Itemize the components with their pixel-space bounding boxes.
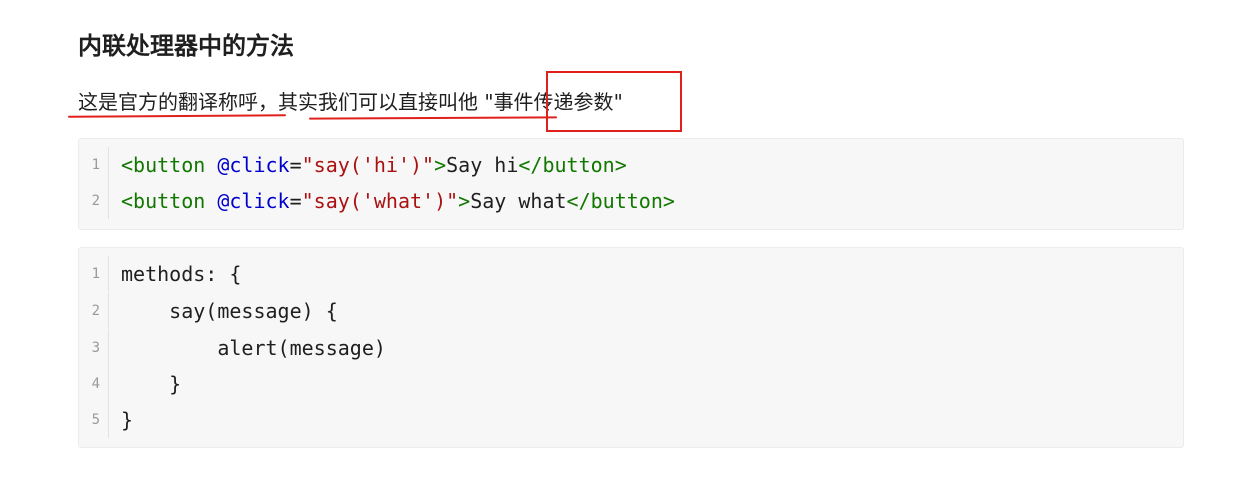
code-tag-close: </button> — [566, 189, 675, 213]
line-number: 2 — [79, 293, 109, 329]
paragraph-part-2: 其实我们可以直接叫他 — [278, 90, 478, 114]
code-text: <button @click="say('what')">Say what</b… — [109, 183, 675, 219]
code-eq: = — [289, 189, 302, 213]
line-number: 1 — [79, 147, 109, 183]
code-tag-close: </button> — [518, 153, 627, 177]
code-tag-open: <button — [121, 153, 218, 177]
annotation-highlight-box — [546, 71, 682, 132]
line-number: 1 — [79, 256, 109, 292]
code-eq: = — [289, 153, 302, 177]
code-line: 5 } — [79, 402, 1183, 438]
line-number: 4 — [79, 366, 109, 402]
code-line: 1 methods: { — [79, 256, 1183, 292]
code-line: 3 alert(message) — [79, 330, 1183, 366]
code-text: alert(message) — [121, 336, 386, 360]
code-text: } — [121, 372, 182, 396]
section-heading: 内联处理器中的方法 — [78, 32, 294, 60]
line-number: 3 — [79, 330, 109, 366]
code-line: 1 <button @click="say('hi')">Say hi</but… — [79, 147, 1183, 183]
code-line: 2 say(message) { — [79, 293, 1183, 329]
code-inner-text: Say hi — [446, 153, 519, 177]
code-string: "say('hi')" — [301, 153, 435, 177]
code-text: } — [121, 408, 134, 432]
code-text: methods: { — [121, 262, 242, 286]
code-tag-open: <button — [121, 189, 218, 213]
code-line: 2 <button @click="say('what')">Say what<… — [79, 183, 1183, 219]
annotation-underline-2 — [308, 116, 558, 120]
description-paragraph: 这是官方的翻译称呼，其实我们可以直接叫他 "事件传递参数" — [78, 86, 623, 118]
quote-open: " — [478, 90, 494, 114]
code-gt: > — [458, 189, 471, 213]
code-block-js: 1 methods: { 2 say(message) { 3 alert(me… — [78, 247, 1184, 448]
code-line: 4 } — [79, 366, 1183, 402]
code-block-html: 1 <button @click="say('hi')">Say hi</but… — [78, 138, 1184, 230]
code-attr: @click — [217, 189, 290, 213]
code-inner-text: Say what — [470, 189, 567, 213]
paragraph-part-1: 这是官方的翻译称呼， — [78, 90, 278, 114]
line-number: 5 — [79, 402, 109, 438]
code-text: <button @click="say('hi')">Say hi</butto… — [109, 147, 627, 183]
code-gt: > — [434, 153, 447, 177]
code-text: say(message) { — [121, 299, 338, 323]
code-attr: @click — [217, 153, 290, 177]
line-number: 2 — [79, 183, 109, 219]
code-string: "say('what')" — [301, 189, 459, 213]
